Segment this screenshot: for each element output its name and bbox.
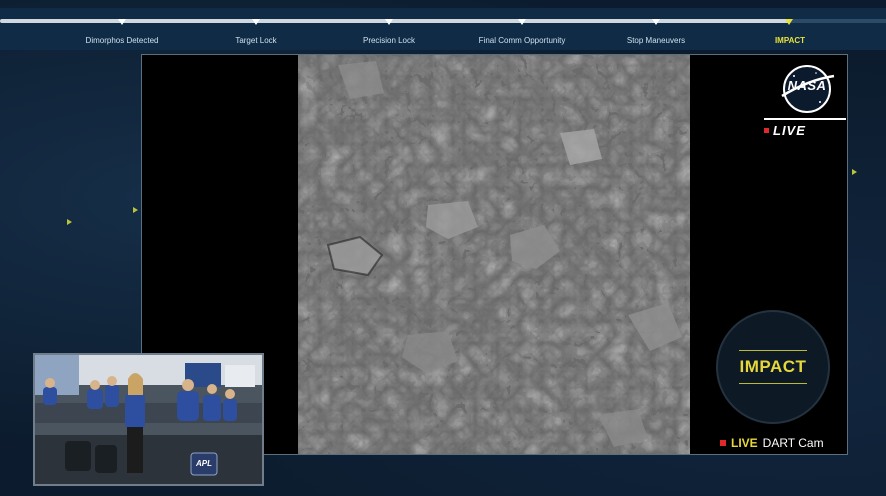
mission-control-pip: APL	[33, 353, 264, 486]
impact-label: IMPACT	[739, 357, 807, 376]
recording-dot-icon	[720, 440, 726, 446]
badge-divider	[739, 350, 807, 351]
apl-logo: APL	[196, 459, 212, 468]
timeline-step-impact: IMPACT	[774, 36, 806, 45]
timeline-marker	[385, 19, 393, 25]
timeline-step-final-comm: Final Comm Opportunity	[478, 36, 566, 45]
nasa-logo-icon: NASA	[780, 62, 836, 121]
edge-marker-icon	[133, 207, 138, 213]
timeline-marker-current	[785, 19, 793, 25]
asteroid-surface-image	[298, 55, 690, 454]
impact-badge: IMPACT	[716, 310, 830, 424]
mission-timeline: Dimorphos Detected Target Lock Precision…	[0, 8, 886, 50]
nasa-logo-text: NASA	[787, 78, 827, 93]
edge-marker-icon	[67, 219, 72, 225]
mission-control-room-image	[35, 355, 262, 484]
timeline-step-stop-maneuvers: Stop Maneuvers	[626, 36, 686, 45]
camera-live-label: LIVE	[731, 436, 758, 450]
camera-name: DART Cam	[762, 436, 824, 450]
live-label: LIVE	[773, 123, 806, 138]
timeline-step-target-lock: Target Lock	[235, 36, 277, 45]
timeline-marker	[252, 19, 260, 25]
badge-divider	[739, 383, 807, 384]
dart-camera-feed	[298, 55, 690, 454]
timeline-marker	[518, 19, 526, 25]
timeline-marker	[118, 19, 126, 25]
live-dot-icon	[764, 128, 769, 133]
timeline-marker	[652, 19, 660, 25]
timeline-step-precision-lock: Precision Lock	[362, 36, 416, 45]
edge-marker-icon	[852, 169, 857, 175]
timeline-step-dimorphos-detected: Dimorphos Detected	[85, 36, 159, 45]
camera-caption: LIVE DART Cam	[720, 436, 824, 450]
timeline-track-remaining	[790, 19, 886, 23]
live-indicator: LIVE	[764, 118, 846, 138]
